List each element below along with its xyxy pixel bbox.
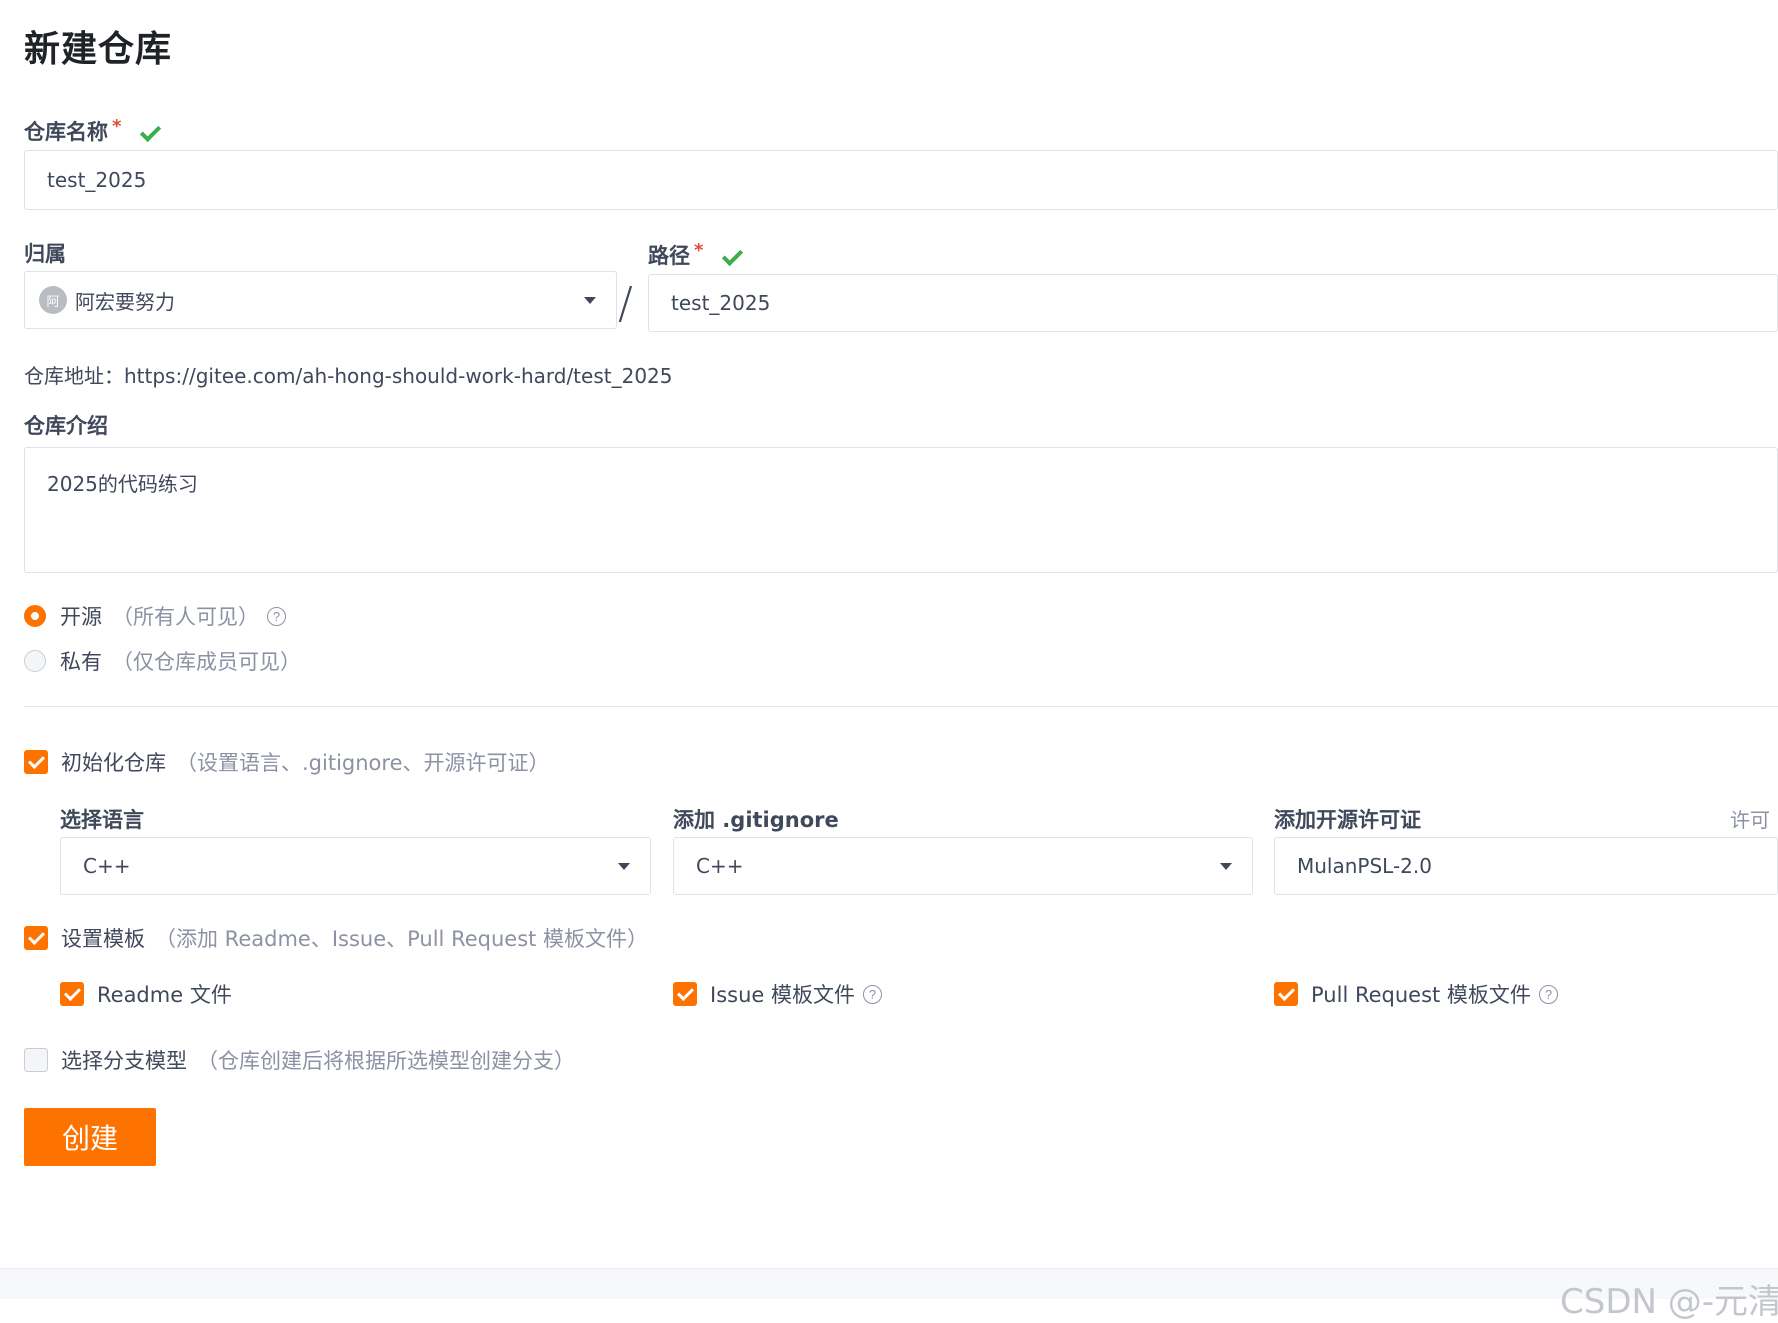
divider (24, 706, 1778, 707)
license-label: 添加开源许可证 (1274, 808, 1421, 832)
readme-label: Readme 文件 (97, 983, 232, 1007)
branch-model-checkbox[interactable] (24, 1048, 48, 1072)
gitignore-label: 添加 .gitignore (673, 808, 839, 832)
repo-name-label-text: 仓库名称 (24, 120, 108, 144)
chevron-down-icon (618, 863, 630, 870)
owner-select[interactable]: 阿 阿宏要努力 (24, 271, 617, 329)
watermark: CSDN @-元清- (1560, 1282, 1778, 1322)
license-side-hint: 许可 (1730, 808, 1770, 832)
path-separator: / (618, 278, 633, 329)
help-icon[interactable]: ? (862, 984, 882, 1004)
path-value: test_2025 (671, 291, 771, 315)
description-textarea[interactable]: 2025的代码练习 (24, 447, 1778, 573)
branch-model-option[interactable]: 选择分支模型 （仓库创建后将根据所选模型创建分支） (24, 1045, 575, 1075)
valid-check-icon (139, 122, 161, 144)
template-checkbox[interactable] (24, 926, 48, 950)
repo-url: 仓库地址：https://gitee.com/ah-hong-should-wo… (24, 360, 673, 389)
gitignore-value: C++ (696, 854, 744, 878)
init-repo-hint: （设置语言、.gitignore、开源许可证） (176, 751, 550, 775)
required-mark: * (112, 116, 122, 137)
private-label: 私有 (60, 650, 102, 674)
template-text: 设置模板 （添加 Readme、Issue、Pull Request 模板文件） (61, 923, 648, 953)
pr-template-label: Pull Request 模板文件 (1311, 983, 1531, 1007)
repo-url-label: 仓库地址： (24, 364, 124, 388)
chevron-down-icon (584, 297, 596, 304)
public-radio[interactable] (24, 605, 46, 627)
chevron-down-icon (1220, 863, 1232, 870)
private-radio[interactable] (24, 650, 46, 672)
valid-check-icon (721, 246, 743, 268)
pr-template-option[interactable]: Pull Request 模板文件 ? (1274, 979, 1558, 1009)
repo-name-value: test_2025 (47, 168, 147, 192)
branch-model-hint: （仓库创建后将根据所选模型创建分支） (197, 1049, 575, 1073)
branch-model-label: 选择分支模型 (61, 1049, 187, 1073)
visibility-public-option[interactable]: 开源 （所有人可见） ? (24, 601, 286, 631)
path-input[interactable]: test_2025 (648, 274, 1778, 332)
gitignore-select[interactable]: C++ (673, 837, 1253, 895)
visibility-private-option[interactable]: 私有 （仅仓库成员可见） (24, 646, 301, 676)
template-label: 设置模板 (61, 927, 145, 951)
repo-name-input[interactable]: test_2025 (24, 150, 1778, 210)
language-value: C++ (83, 854, 131, 878)
description-label: 仓库介绍 (24, 414, 108, 438)
language-label: 选择语言 (60, 808, 144, 832)
branch-model-text: 选择分支模型 （仓库创建后将根据所选模型创建分支） (61, 1045, 575, 1075)
license-value: MulanPSL-2.0 (1297, 854, 1432, 878)
help-icon[interactable]: ? (1538, 984, 1558, 1004)
issue-template-option[interactable]: Issue 模板文件 ? (673, 979, 882, 1009)
path-label-text: 路径 (648, 244, 690, 268)
page-title: 新建仓库 (24, 29, 173, 70)
description-value: 2025的代码练习 (47, 472, 198, 496)
path-label: 路径 * (648, 240, 743, 270)
private-option-text: 私有 （仅仓库成员可见） (60, 646, 301, 676)
required-mark: * (694, 240, 704, 261)
template-option[interactable]: 设置模板 （添加 Readme、Issue、Pull Request 模板文件） (24, 923, 648, 953)
create-button[interactable]: 创建 (24, 1108, 156, 1166)
new-repo-page: 新建仓库 仓库名称 * test_2025 归属 阿 阿宏要努力 / 路径 * te… (0, 0, 1778, 1323)
public-option-text: 开源 （所有人可见） (60, 601, 259, 631)
init-repo-option[interactable]: 初始化仓库 （设置语言、.gitignore、开源许可证） (24, 747, 550, 777)
footer-bar (0, 1268, 1778, 1299)
owner-label: 归属 (24, 242, 66, 266)
license-select[interactable]: MulanPSL-2.0 (1274, 837, 1778, 895)
template-hint: （添加 Readme、Issue、Pull Request 模板文件） (155, 927, 649, 951)
init-repo-text: 初始化仓库 （设置语言、.gitignore、开源许可证） (61, 747, 550, 777)
readme-checkbox[interactable] (60, 982, 84, 1006)
language-select[interactable]: C++ (60, 837, 651, 895)
issue-template-checkbox[interactable] (673, 982, 697, 1006)
readme-option[interactable]: Readme 文件 (60, 979, 232, 1009)
help-icon[interactable]: ? (267, 606, 286, 626)
issue-template-label: Issue 模板文件 (710, 983, 855, 1007)
public-hint: （所有人可见） (112, 605, 259, 629)
avatar: 阿 (39, 286, 67, 314)
owner-value: 阿宏要努力 (75, 289, 175, 314)
repo-url-value: https://gitee.com/ah-hong-should-work-ha… (124, 364, 673, 388)
pr-template-checkbox[interactable] (1274, 982, 1298, 1006)
init-repo-label: 初始化仓库 (61, 751, 166, 775)
repo-name-label: 仓库名称 * (24, 116, 161, 146)
private-hint: （仅仓库成员可见） (112, 650, 301, 674)
public-label: 开源 (60, 605, 102, 629)
init-repo-checkbox[interactable] (24, 750, 48, 774)
